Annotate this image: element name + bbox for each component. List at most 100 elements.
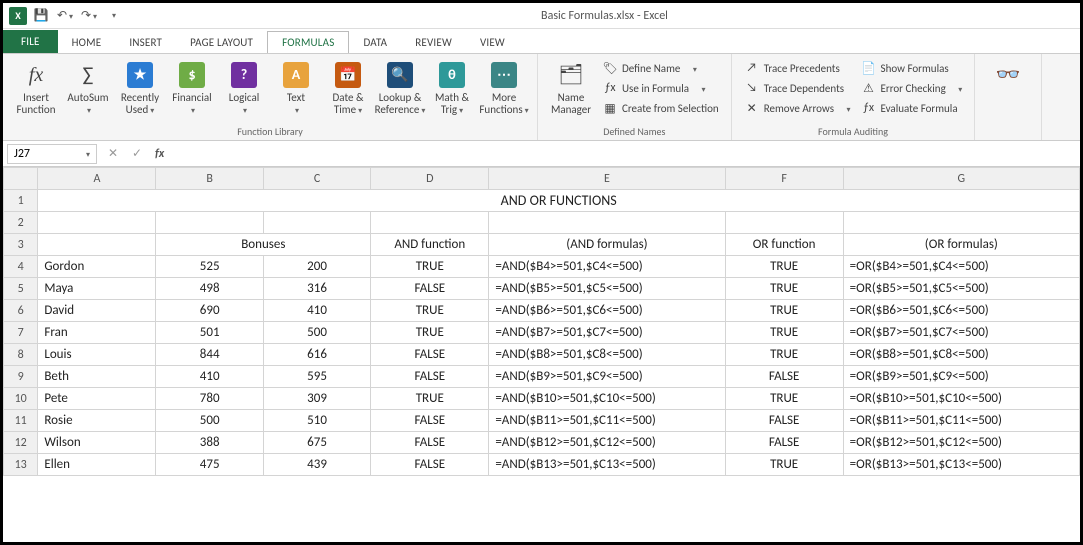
cell-and-result[interactable]: TRUE <box>371 256 489 278</box>
name-box-dropdown-icon[interactable] <box>84 147 90 161</box>
cell-and-result[interactable]: FALSE <box>371 344 489 366</box>
cell-or-result[interactable]: TRUE <box>725 278 843 300</box>
col-header-A[interactable]: A <box>38 168 156 190</box>
cell-bonus-b[interactable]: 500 <box>156 410 263 432</box>
cell-and-formula[interactable]: =AND($B9>=501,$C9<=500) <box>489 366 725 388</box>
cell-and-result[interactable]: TRUE <box>371 300 489 322</box>
cell-and-result[interactable]: FALSE <box>371 278 489 300</box>
row-header-1[interactable]: 1 <box>4 190 38 212</box>
cell-or-formula[interactable]: =OR($B8>=501,$C8<=500) <box>843 344 1079 366</box>
lookup-ref-button[interactable]: 🔍 Lookup & Reference <box>375 56 425 120</box>
cell-bonus-b[interactable]: 410 <box>156 366 263 388</box>
cell-bonus-b[interactable]: 690 <box>156 300 263 322</box>
use-in-formula-button[interactable]: ƒxUse in Formula <box>598 78 723 98</box>
cell-bonus-c[interactable]: 500 <box>263 322 370 344</box>
cell-name[interactable]: Ellen <box>38 454 156 476</box>
select-all-corner[interactable] <box>4 168 38 190</box>
cell-bonus-b[interactable]: 388 <box>156 432 263 454</box>
date-time-button[interactable]: 📅 Date & Time <box>323 56 373 120</box>
cell-and-formula[interactable]: =AND($B12>=501,$C12<=500) <box>489 432 725 454</box>
cell-or-formula[interactable]: =OR($B11>=501,$C11<=500) <box>843 410 1079 432</box>
row-header-12[interactable]: 12 <box>4 432 38 454</box>
redo-button[interactable]: ↷ <box>79 6 99 26</box>
define-name-button[interactable]: 🏷Define Name <box>598 58 723 78</box>
cell-bonus-b[interactable]: 498 <box>156 278 263 300</box>
cell[interactable] <box>156 212 263 234</box>
insert-function-button[interactable]: fx Insert Function <box>11 56 61 120</box>
cell-bonus-c[interactable]: 309 <box>263 388 370 410</box>
cell-and-formula[interactable]: =AND($B6>=501,$C6<=500) <box>489 300 725 322</box>
qat-customize[interactable] <box>103 6 123 26</box>
cell-bonus-c[interactable]: 439 <box>263 454 370 476</box>
math-trig-button[interactable]: θ Math & Trig <box>427 56 477 120</box>
cell-bonus-c[interactable]: 616 <box>263 344 370 366</box>
cell-or-result[interactable]: TRUE <box>725 344 843 366</box>
cell[interactable] <box>371 212 489 234</box>
cell[interactable] <box>489 212 725 234</box>
cell-or-result[interactable]: TRUE <box>725 322 843 344</box>
cell-name[interactable]: Louis <box>38 344 156 366</box>
logical-button[interactable]: ? Logical <box>219 56 269 120</box>
evaluate-formula-button[interactable]: ƒxEvaluate Formula <box>857 98 967 118</box>
cell-and-formula[interactable]: =AND($B11>=501,$C11<=500) <box>489 410 725 432</box>
more-functions-button[interactable]: ⋯ More Functions <box>479 56 529 120</box>
cell-or-formula[interactable]: =OR($B6>=501,$C6<=500) <box>843 300 1079 322</box>
col-header-C[interactable]: C <box>263 168 370 190</box>
cell-or-formula[interactable]: =OR($B9>=501,$C9<=500) <box>843 366 1079 388</box>
tab-view[interactable]: VIEW <box>466 32 519 53</box>
col-header-D[interactable]: D <box>371 168 489 190</box>
cell[interactable] <box>725 212 843 234</box>
row-header-11[interactable]: 11 <box>4 410 38 432</box>
cell-or-formula[interactable]: =OR($B13>=501,$C13<=500) <box>843 454 1079 476</box>
excel-app-icon[interactable]: X <box>9 7 27 25</box>
cell-or-formula[interactable]: =OR($B7>=501,$C7<=500) <box>843 322 1079 344</box>
cell-bonus-b[interactable]: 844 <box>156 344 263 366</box>
create-from-selection-button[interactable]: ▦Create from Selection <box>598 98 723 118</box>
show-formulas-button[interactable]: 📄Show Formulas <box>857 58 967 78</box>
cell-or-result[interactable]: FALSE <box>725 410 843 432</box>
name-manager-button[interactable]: 🗂 Name Manager <box>546 56 596 120</box>
recently-used-button[interactable]: ★ Recently Used <box>115 56 165 120</box>
cell-or-formula[interactable]: =OR($B5>=501,$C5<=500) <box>843 278 1079 300</box>
cell-or-result[interactable]: TRUE <box>725 300 843 322</box>
cell-name[interactable]: Fran <box>38 322 156 344</box>
cell[interactable] <box>38 212 156 234</box>
cell-name[interactable]: David <box>38 300 156 322</box>
cell-and-result[interactable]: TRUE <box>371 322 489 344</box>
cell-and-formulas-header[interactable]: (AND formulas) <box>489 234 725 256</box>
cell-or-formulas-header[interactable]: (OR formulas) <box>843 234 1079 256</box>
remove-arrows-button[interactable]: ✕Remove Arrows <box>740 98 855 118</box>
save-button[interactable]: 💾 <box>31 6 51 26</box>
cell-or-result[interactable]: TRUE <box>725 454 843 476</box>
cell-or-result[interactable]: TRUE <box>725 256 843 278</box>
tab-file[interactable]: FILE <box>3 30 58 53</box>
watch-window-button[interactable]: 👓 <box>983 56 1033 96</box>
row-header-3[interactable]: 3 <box>4 234 38 256</box>
text-button[interactable]: A Text <box>271 56 321 120</box>
cell[interactable] <box>38 234 156 256</box>
cell-or-result[interactable]: FALSE <box>725 432 843 454</box>
cell-and-result[interactable]: TRUE <box>371 388 489 410</box>
insert-function-fx-button[interactable]: fx <box>149 147 170 161</box>
formula-input[interactable] <box>170 145 1080 163</box>
col-header-B[interactable]: B <box>156 168 263 190</box>
cell[interactable] <box>843 212 1079 234</box>
cell-bonus-c[interactable]: 200 <box>263 256 370 278</box>
row-header-2[interactable]: 2 <box>4 212 38 234</box>
row-header-4[interactable]: 4 <box>4 256 38 278</box>
col-header-F[interactable]: F <box>725 168 843 190</box>
cell-or-result[interactable]: TRUE <box>725 388 843 410</box>
cell-and-func-header[interactable]: AND function <box>371 234 489 256</box>
row-header-13[interactable]: 13 <box>4 454 38 476</box>
cell-bonus-b[interactable]: 525 <box>156 256 263 278</box>
col-header-E[interactable]: E <box>489 168 725 190</box>
cell-and-formula[interactable]: =AND($B5>=501,$C5<=500) <box>489 278 725 300</box>
tab-formulas[interactable]: FORMULAS <box>267 31 349 53</box>
cell-and-formula[interactable]: =AND($B4>=501,$C4<=500) <box>489 256 725 278</box>
cell-and-formula[interactable]: =AND($B7>=501,$C7<=500) <box>489 322 725 344</box>
cell-and-result[interactable]: FALSE <box>371 454 489 476</box>
spreadsheet-grid[interactable]: ABCDEFG1AND OR FUNCTIONS23 Bonuses AND f… <box>3 167 1080 542</box>
cell-and-formula[interactable]: =AND($B13>=501,$C13<=500) <box>489 454 725 476</box>
cell-name[interactable]: Pete <box>38 388 156 410</box>
cell-name[interactable]: Wilson <box>38 432 156 454</box>
